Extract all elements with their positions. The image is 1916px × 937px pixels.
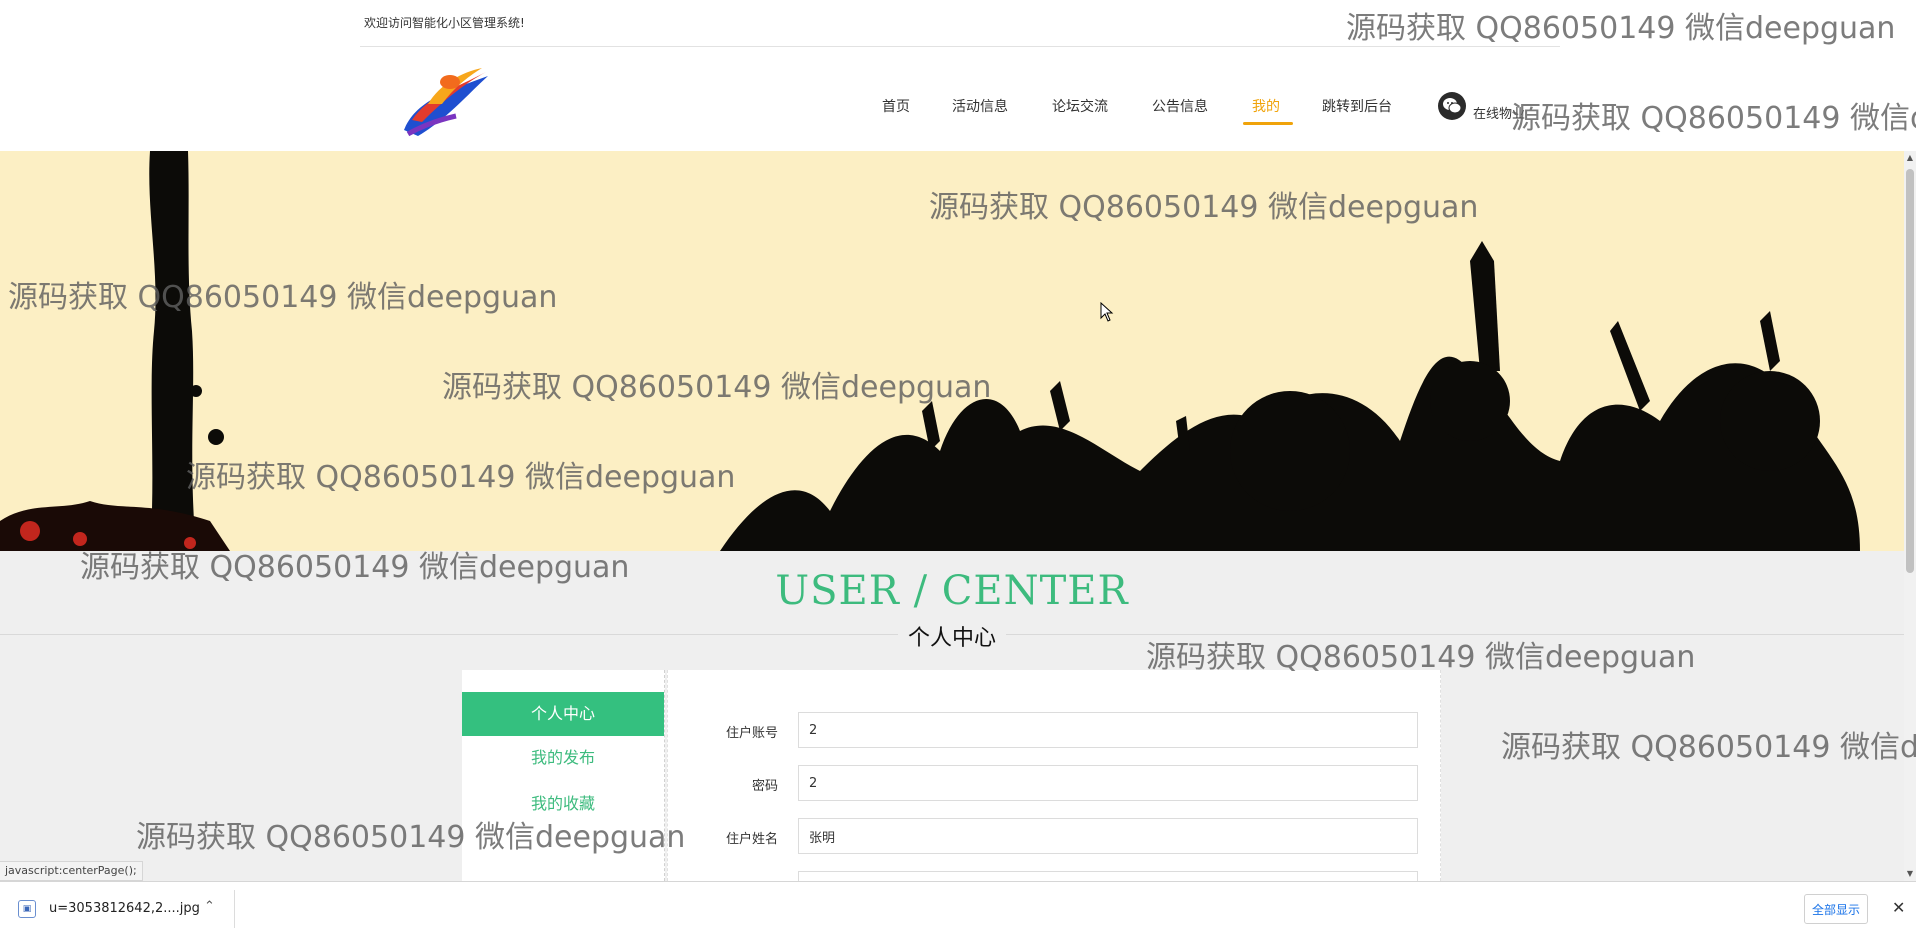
chevron-up-icon[interactable]: ⌃ — [204, 899, 215, 914]
sidebar-item-profile[interactable]: 个人中心 — [462, 692, 664, 736]
scroll-thumb[interactable] — [1906, 169, 1914, 573]
section-title-cn: 个人中心 — [0, 620, 1904, 652]
wechat-icon[interactable] — [1438, 92, 1466, 120]
download-bar: ▣ u=3053812642,2....jpg ⌃ 全部显示 ✕ — [0, 881, 1916, 937]
section-title-cn-text: 个人中心 — [897, 626, 1006, 651]
sidebar-item-my-favorites[interactable]: 我的收藏 — [462, 782, 664, 826]
name-label: 住户姓名 — [725, 832, 778, 847]
nav-item-notices[interactable]: 公告信息 — [1152, 96, 1208, 116]
mouse-cursor-icon — [1100, 301, 1114, 326]
scroll-down-arrow-icon[interactable]: ▼ — [1904, 867, 1916, 881]
account-field[interactable] — [798, 712, 1418, 748]
watermark: 源码获取 QQ86050149 微信deepguan — [1511, 101, 1916, 136]
section-title-en: USER / CENTER — [775, 568, 1129, 614]
name-field[interactable] — [798, 818, 1418, 854]
status-link-preview: javascript:centerPage(); — [0, 861, 143, 881]
online-service-link[interactable]: 在线物业 — [1473, 103, 1525, 122]
brand-logo[interactable] — [398, 60, 494, 140]
nav-item-mine[interactable]: 我的 — [1252, 96, 1280, 116]
nav-item-admin[interactable]: 跳转到后台 — [1322, 96, 1392, 116]
welcome-text: 欢迎访问智能化小区管理系统! — [364, 16, 525, 30]
password-label: 密码 — [751, 779, 778, 794]
nav-item-home[interactable]: 首页 — [882, 96, 910, 116]
nav-item-activities[interactable]: 活动信息 — [952, 96, 1008, 116]
download-separator — [234, 890, 235, 928]
download-filename[interactable]: u=3053812642,2....jpg — [49, 901, 200, 916]
profile-form: 住户账号 密码 住户姓名 — [667, 670, 1441, 907]
password-field[interactable] — [798, 765, 1418, 801]
nav-active-indicator — [1243, 122, 1293, 125]
hero-banner — [0, 151, 1904, 551]
user-sidebar: 个人中心 我的发布 我的收藏 — [462, 670, 665, 881]
welcome-bar: 欢迎访问智能化小区管理系统! — [360, 0, 1560, 47]
crowd-silhouette-image — [0, 151, 1860, 551]
nav-item-forum[interactable]: 论坛交流 — [1052, 96, 1108, 116]
image-file-icon: ▣ — [18, 900, 36, 918]
account-label: 住户账号 — [725, 726, 778, 741]
page-scrollbar[interactable]: ▲ ▼ — [1904, 151, 1916, 881]
sidebar-item-my-posts[interactable]: 我的发布 — [462, 736, 664, 780]
show-all-downloads-button[interactable]: 全部显示 — [1804, 894, 1868, 924]
close-icon[interactable]: ✕ — [1892, 898, 1905, 917]
scroll-up-arrow-icon[interactable]: ▲ — [1904, 151, 1916, 165]
